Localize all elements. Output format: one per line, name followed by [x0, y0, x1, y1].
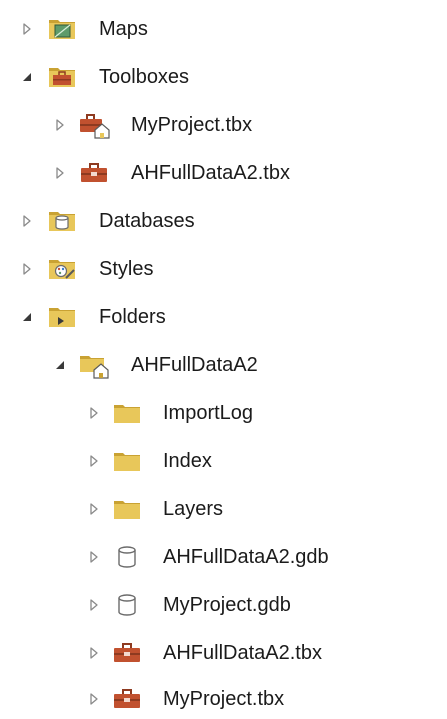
tree-item-label: ImportLog: [163, 402, 254, 424]
folder-icon: [111, 446, 143, 476]
expand-arrow-icon[interactable]: [53, 165, 67, 181]
expand-arrow-icon[interactable]: [87, 501, 101, 517]
expand-arrow-icon[interactable]: [87, 453, 101, 469]
tree-item-toolboxes[interactable]: Toolboxes: [0, 60, 447, 94]
tree-item-myproject-tbx-file[interactable]: MyProject.tbx: [0, 682, 447, 716]
tree-item-maps[interactable]: Maps: [0, 12, 447, 46]
tree-item-label: AHFullDataA2.tbx: [131, 162, 290, 184]
tree-item-ahfulldataa2-folder[interactable]: AHFullDataA2: [0, 348, 447, 382]
tree-item-databases[interactable]: Databases: [0, 204, 447, 238]
folder-icon: [111, 494, 143, 524]
tree-item-styles[interactable]: Styles: [0, 252, 447, 286]
tree-item-label: AHFullDataA2.gdb: [163, 546, 329, 568]
tree-item-label: AHFullDataA2.tbx: [163, 642, 322, 664]
geodatabase-icon: [111, 542, 143, 572]
expand-arrow-icon[interactable]: [20, 21, 34, 37]
folders-folder-icon: [46, 302, 78, 332]
expand-arrow-icon[interactable]: [20, 261, 34, 277]
tree-item-myproject-gdb[interactable]: MyProject.gdb: [0, 588, 447, 622]
tree-item-label: Styles: [99, 258, 154, 280]
tree-item-ahfulldataa2-gdb[interactable]: AHFullDataA2.gdb: [0, 540, 447, 574]
tree-item-label: MyProject.gdb: [163, 594, 291, 616]
styles-folder-icon: [46, 254, 78, 284]
tree-item-label: MyProject.tbx: [163, 688, 285, 710]
tree-item-label: Index: [163, 450, 212, 472]
expand-arrow-icon[interactable]: [20, 213, 34, 229]
expand-arrow-icon[interactable]: [53, 117, 67, 133]
geodatabase-icon: [111, 590, 143, 620]
tree-item-index[interactable]: Index: [0, 444, 447, 478]
tree-item-label: Maps: [99, 18, 148, 40]
collapse-arrow-icon[interactable]: [20, 69, 34, 85]
tree-item-label: Toolboxes: [99, 66, 190, 88]
tree-item-label: Layers: [163, 498, 224, 520]
tree-item-ahfulldataa2-tbx-file[interactable]: AHFullDataA2.tbx: [0, 636, 447, 670]
tree-item-myproject-tbx[interactable]: MyProject.tbx: [0, 108, 447, 142]
expand-arrow-icon[interactable]: [87, 597, 101, 613]
expand-arrow-icon[interactable]: [87, 405, 101, 421]
tree-item-label: AHFullDataA2: [131, 354, 258, 376]
tree-item-ahfulldataa2-tbx[interactable]: AHFullDataA2.tbx: [0, 156, 447, 190]
toolbox-home-icon: [78, 110, 110, 140]
toolbox-icon: [111, 638, 143, 668]
expand-arrow-icon[interactable]: [87, 645, 101, 661]
tree-item-importlog[interactable]: ImportLog: [0, 396, 447, 430]
expand-arrow-icon[interactable]: [87, 549, 101, 565]
collapse-arrow-icon[interactable]: [53, 357, 67, 373]
databases-folder-icon: [46, 206, 78, 236]
tree-item-folders[interactable]: Folders: [0, 300, 447, 334]
toolboxes-folder-icon: [46, 62, 78, 92]
toolbox-icon: [78, 158, 110, 188]
tree-item-label: Folders: [99, 306, 166, 328]
home-folder-icon: [78, 350, 110, 380]
folder-icon: [111, 398, 143, 428]
expand-arrow-icon[interactable]: [87, 691, 101, 707]
catalog-tree: Maps Toolboxes MyProject.tbx AHFullDataA…: [0, 0, 447, 719]
tree-item-label: MyProject.tbx: [131, 114, 253, 136]
collapse-arrow-icon[interactable]: [20, 309, 34, 325]
map-icon: [46, 14, 78, 44]
tree-item-layers[interactable]: Layers: [0, 492, 447, 526]
tree-item-label: Databases: [99, 210, 195, 232]
toolbox-icon: [111, 684, 143, 714]
